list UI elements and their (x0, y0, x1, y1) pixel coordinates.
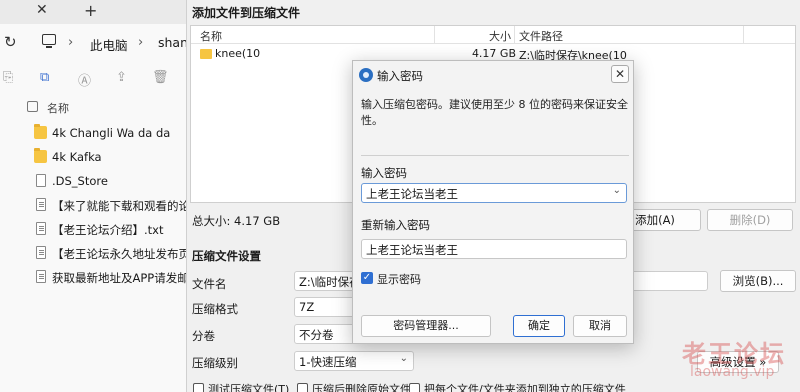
level-select[interactable]: 1-快速压缩 ⌄ (294, 351, 414, 371)
text-file-icon (36, 270, 46, 283)
column-divider[interactable] (743, 26, 744, 44)
file-name: 【老王论坛永久地址发布页】.t (52, 247, 186, 261)
list-item[interactable]: 【来了就能下载和观看的论坛, (0, 194, 186, 216)
file-icon (36, 174, 46, 187)
command-bar: ⎘ ⧉ Ⓐ ⇪ 🗑 (0, 64, 186, 92)
list-item[interactable]: 4k Changli Wa da da (0, 122, 186, 144)
test-archive-label: 测试压缩文件(T) (208, 383, 290, 392)
file-name: 【老王论坛介绍】.txt (52, 223, 164, 237)
column-divider[interactable] (434, 26, 435, 44)
ok-button[interactable]: 确定 (513, 315, 565, 337)
row-size: 4.17 GB (471, 47, 516, 60)
password-value: 上老王论坛当老王 (366, 187, 458, 201)
delete-after-option[interactable]: 压缩后删除原始文件 (297, 381, 411, 392)
format-label: 压缩格式 (192, 302, 238, 316)
paste-icon[interactable]: ⧉ (40, 70, 49, 85)
divider (361, 155, 629, 156)
level-value: 1-快速压缩 (299, 355, 357, 369)
text-file-icon (36, 198, 46, 211)
column-name-header[interactable]: 名称 (47, 100, 69, 116)
list-item[interactable]: 【老王论坛介绍】.txt (0, 218, 186, 240)
delete-after-label: 压缩后删除原始文件 (312, 383, 411, 392)
column-path-header[interactable]: 文件路径 (519, 28, 563, 44)
split-value: 不分卷 (299, 328, 334, 342)
folder-icon (200, 49, 212, 59)
folder-icon (34, 148, 47, 163)
watermark: 老王论坛 laowang.vip (676, 334, 800, 392)
delete-icon[interactable]: 🗑 (152, 70, 169, 85)
app-logo-icon (359, 68, 373, 82)
cancel-button[interactable]: 取消 (573, 315, 627, 337)
password-input[interactable]: 上老王论坛当老王 ⌄ (361, 183, 627, 203)
close-icon[interactable]: ✕ (611, 65, 629, 83)
close-tab-icon[interactable]: ✕ (36, 2, 48, 18)
list-item[interactable]: 【老王论坛永久地址发布页】.t (0, 242, 186, 264)
split-label: 分卷 (192, 329, 215, 343)
file-name: 4k Kafka (52, 150, 102, 164)
refresh-icon[interactable]: ↻ (4, 33, 17, 51)
rename-icon[interactable]: Ⓐ (78, 70, 91, 89)
file-name: .DS_Store (52, 174, 108, 188)
breadcrumb-this-pc[interactable]: 此电脑 (90, 35, 128, 54)
column-size-header[interactable]: 大小 (489, 28, 511, 44)
chevron-down-icon: ⌄ (399, 353, 408, 364)
test-archive-option[interactable]: 测试压缩文件(T) (193, 381, 289, 392)
separate-archives-checkbox[interactable] (409, 383, 420, 392)
settings-section-title: 压缩文件设置 (192, 249, 261, 263)
list-item[interactable]: .DS_Store (0, 170, 186, 192)
file-name: 【来了就能下载和观看的论坛, (52, 199, 186, 213)
column-name-header[interactable]: 名称 (200, 28, 222, 44)
copy-icon[interactable]: ⎘ (3, 70, 13, 85)
text-file-icon (36, 246, 46, 259)
level-label: 压缩级别 (192, 356, 238, 370)
password-manager-button[interactable]: 密码管理器... (361, 315, 491, 337)
password-hint: 输入压缩包密码。建议使用至少 8 位的密码来保证安全性。 (361, 98, 628, 127)
delete-after-checkbox[interactable] (297, 383, 308, 392)
list-header: 名称 大小 文件路径 (191, 26, 795, 44)
delete-button[interactable]: 删除(D) (707, 209, 793, 231)
file-explorer: ✕ + ↻ › 此电脑 › shan ⎘ ⧉ Ⓐ ⇪ 🗑 名称 4k Chang… (0, 0, 188, 392)
file-name: 4k Changli Wa da da (52, 126, 171, 140)
dialog-title: 输入密码 (377, 69, 423, 83)
watermark-url: laowang.vip (690, 364, 775, 380)
folder-icon (34, 124, 47, 139)
password-label: 输入密码 (361, 166, 407, 180)
confirm-password-label: 重新输入密码 (361, 218, 430, 232)
show-password-label[interactable]: 显示密码 (377, 271, 421, 287)
chevron-down-icon[interactable]: ⌄ (613, 185, 621, 196)
select-all-checkbox[interactable] (27, 101, 38, 112)
total-size: 总大小: 4.17 GB (192, 214, 281, 228)
password-dialog: 输入密码 ✕ 输入压缩包密码。建议使用至少 8 位的密码来保证安全性。 输入密码… (352, 60, 634, 344)
list-item[interactable]: 获取最新地址及APP请发邮箱自 (0, 266, 186, 288)
column-header: 名称 (0, 98, 186, 118)
share-icon[interactable]: ⇪ (116, 70, 127, 85)
browse-button[interactable]: 浏览(B)... (720, 270, 796, 292)
separate-archives-option[interactable]: 把每个文件/文件夹添加到独立的压缩文件 (409, 381, 626, 392)
separate-archives-label: 把每个文件/文件夹添加到独立的压缩文件 (424, 383, 626, 392)
new-tab-icon[interactable]: + (84, 1, 97, 20)
file-name: 获取最新地址及APP请发邮箱自 (52, 271, 186, 285)
chevron-right-icon[interactable]: › (138, 35, 143, 50)
dialog-title-bar[interactable]: 输入密码 ✕ (353, 61, 633, 89)
column-divider[interactable] (514, 26, 515, 44)
row-name: knee(10 (215, 47, 261, 60)
chevron-right-icon[interactable]: › (68, 35, 73, 50)
confirm-password-input[interactable]: 上老王论坛当老王 (361, 239, 627, 259)
text-file-icon (36, 222, 46, 235)
this-pc-icon[interactable] (42, 34, 56, 48)
filename-label: 文件名 (192, 277, 227, 291)
test-archive-checkbox[interactable] (193, 383, 204, 392)
show-password-checkbox[interactable]: ✓ (361, 272, 373, 284)
address-bar: ↻ › 此电脑 › shan (0, 24, 188, 60)
tab-bar: ✕ + (0, 0, 186, 24)
format-value: 7Z (299, 300, 315, 314)
breadcrumb-share[interactable]: shan (158, 35, 188, 50)
confirm-password-value: 上老王论坛当老王 (366, 243, 458, 257)
list-item[interactable]: 4k Kafka (0, 146, 186, 168)
dialog-title: 添加文件到压缩文件 (192, 6, 301, 20)
